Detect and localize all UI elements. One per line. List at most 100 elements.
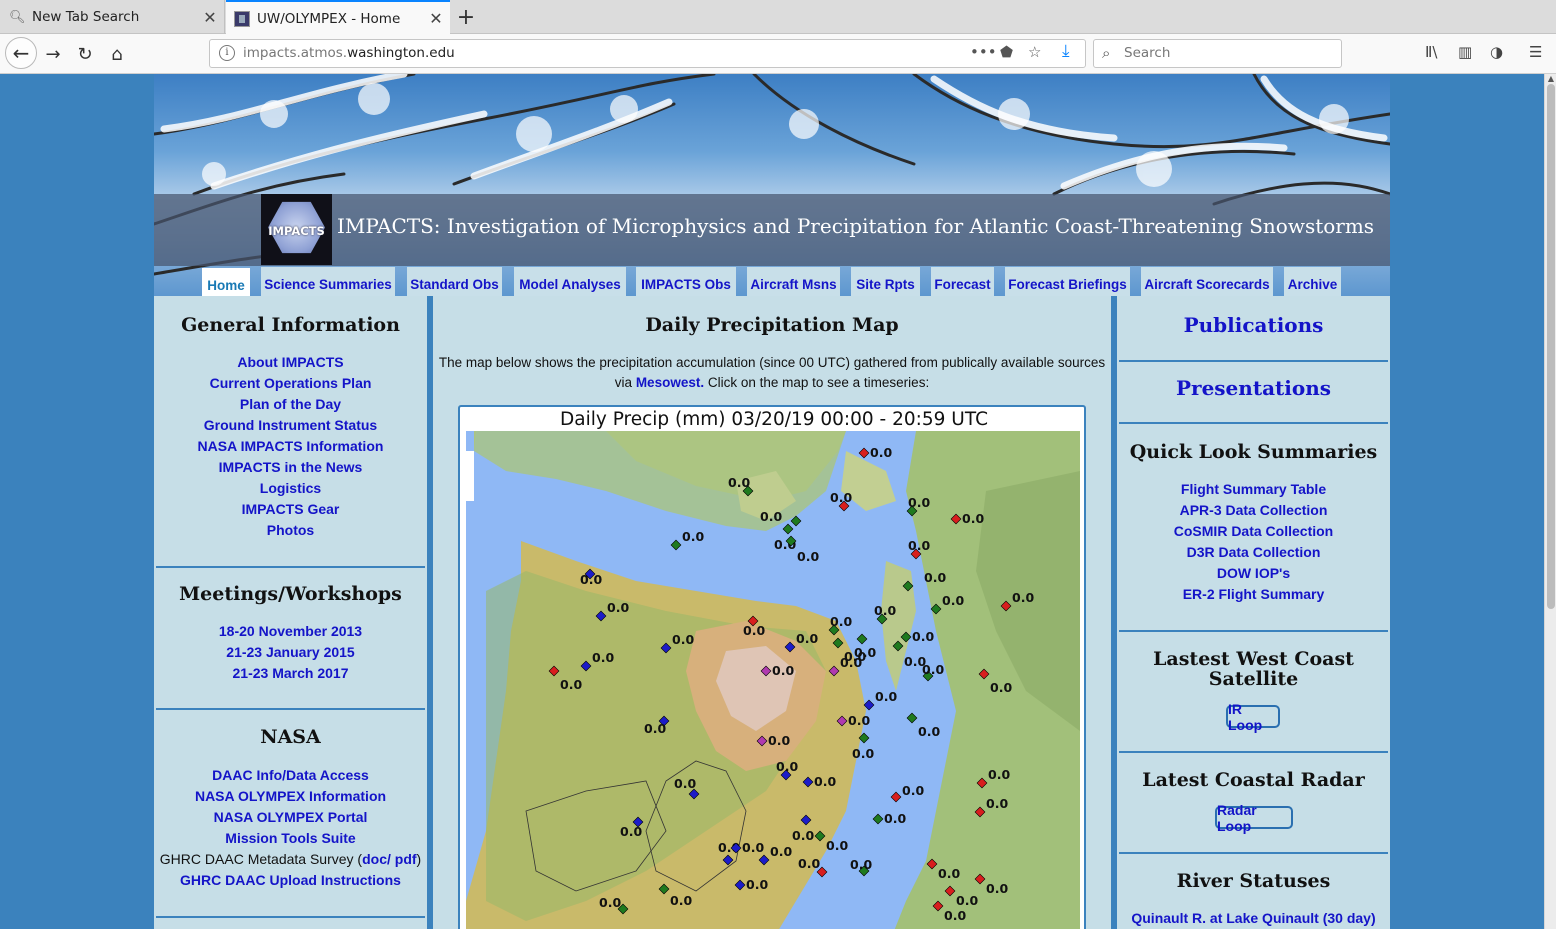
bookmark-star-icon[interactable]: ☆ <box>1028 43 1041 61</box>
url-bar[interactable]: i impacts.atmos.washington.edu ••• ⬟ ☆ <box>209 39 1086 68</box>
map-edge <box>466 451 474 501</box>
main-content: Daily Precipitation Map The map below sh… <box>433 296 1111 929</box>
station-value-label: 0.0 <box>792 828 814 843</box>
extension-icon[interactable]: ◑ <box>1490 43 1503 61</box>
library-icon[interactable]: Ⅱ\ <box>1425 43 1437 61</box>
page-actions-icon[interactable]: ••• <box>970 43 997 61</box>
presentations-link[interactable]: Presentations <box>1117 376 1390 400</box>
menu-home[interactable]: Home <box>202 268 250 296</box>
mesowest-link[interactable]: Mesowest. <box>636 375 704 390</box>
url-text[interactable]: impacts.atmos.washington.edu <box>243 45 455 61</box>
plan-of-the-day-link[interactable]: Plan of the Day <box>154 396 427 412</box>
publications-link[interactable]: Publications <box>1117 313 1390 337</box>
d3r-data-link[interactable]: D3R Data Collection <box>1117 544 1390 560</box>
ghrc-pdf-link[interactable]: pdf <box>395 851 417 867</box>
station-value-label: 0.0 <box>918 724 940 739</box>
photos-link[interactable]: Photos <box>154 522 427 538</box>
favicon-icon <box>234 10 250 27</box>
ghrc-upload-link[interactable]: GHRC DAAC Upload Instructions <box>154 872 427 888</box>
er2-flight-summary-link[interactable]: ER-2 Flight Summary <box>1117 586 1390 602</box>
nasa-olympex-portal-link[interactable]: NASA OLYMPEX Portal <box>154 809 427 825</box>
radar-loop-button[interactable]: Radar Loop <box>1215 802 1293 834</box>
station-value-label: 0.0 <box>884 811 906 826</box>
section-divider <box>156 916 425 918</box>
quinault-river-link[interactable]: Quinault R. at Lake Quinault (30 day) <box>1117 910 1390 926</box>
logistics-link[interactable]: Logistics <box>154 480 427 496</box>
web-page: IMPACTS IMPACTS: Investigation of Microp… <box>154 74 1390 929</box>
apr3-data-link[interactable]: APR-3 Data Collection <box>1117 502 1390 518</box>
station-value-label: 0.0 <box>912 629 934 644</box>
station-value-label: 0.0 <box>962 511 984 526</box>
reload-button[interactable]: ↻ <box>70 39 100 69</box>
river-statuses-heading: River Statuses <box>1176 870 1331 892</box>
menu-model-analyses[interactable]: Model Analyses <box>514 267 626 296</box>
close-tab-icon[interactable]: ✕ <box>196 8 224 27</box>
scroll-up-icon[interactable]: ▲ <box>1546 74 1556 83</box>
home-button[interactable]: ⌂ <box>102 39 132 69</box>
station-value-label: 0.0 <box>830 490 852 505</box>
nasa-impacts-information-link[interactable]: NASA IMPACTS Information <box>154 438 427 454</box>
menu-aircraft-msns[interactable]: Aircraft Msns <box>747 267 840 296</box>
menu-science-summaries[interactable]: Science Summaries <box>261 267 395 296</box>
daac-info-link[interactable]: DAAC Info/Data Access <box>154 767 427 783</box>
menu-archive[interactable]: Archive <box>1284 267 1341 296</box>
menu-impacts-obs[interactable]: IMPACTS Obs <box>636 267 736 296</box>
close-tab-icon[interactable]: ✕ <box>422 9 450 28</box>
menu-aircraft-scorecards[interactable]: Aircraft Scorecards <box>1141 267 1273 296</box>
sidebar-icon[interactable]: ▥ <box>1458 43 1472 61</box>
station-value-label: 0.0 <box>938 866 960 881</box>
current-operations-plan-link[interactable]: Current Operations Plan <box>154 375 427 391</box>
radar-heading: Latest Coastal Radar <box>1142 769 1365 791</box>
station-value-label: 0.0 <box>956 893 978 908</box>
tab-title: New Tab Search <box>32 9 140 25</box>
flight-summary-table-link[interactable]: Flight Summary Table <box>1117 481 1390 497</box>
station-value-label: 0.0 <box>742 840 764 855</box>
back-button[interactable]: ← <box>5 37 37 69</box>
forward-button[interactable]: → <box>38 39 68 69</box>
precip-map[interactable]: 0.0 0.0 0.0 0.0 0.0 0.0 0.0 0.0 0.0 0.0 0.0 0.0 0.0 0… <box>466 431 1080 929</box>
dow-iops-link[interactable]: DOW IOP's <box>1117 565 1390 581</box>
pocket-icon[interactable]: ⬟ <box>1000 43 1013 61</box>
menu-icon[interactable]: ☰ <box>1529 43 1542 61</box>
menu-standard-obs[interactable]: Standard Obs <box>407 267 502 296</box>
precip-map-frame[interactable]: Daily Precip (mm) 03/20/19 00:00 - 20:59… <box>458 405 1086 929</box>
impacts-in-the-news-link[interactable]: IMPACTS in the News <box>154 459 427 475</box>
station-value-label: 0.0 <box>840 655 862 670</box>
info-icon[interactable]: i <box>219 45 235 61</box>
station-value-label: 0.0 <box>902 783 924 798</box>
about-impacts-link[interactable]: About IMPACTS <box>154 354 427 370</box>
section-divider <box>156 708 425 710</box>
cosmir-data-link[interactable]: CoSMIR Data Collection <box>1117 523 1390 539</box>
station-value-label: 0.0 <box>682 529 704 544</box>
station-value-label: 0.0 <box>672 632 694 647</box>
menu-forecast-briefings[interactable]: Forecast Briefings <box>1005 267 1130 296</box>
ground-instrument-status-link[interactable]: Ground Instrument Status <box>154 417 427 433</box>
ir-loop-button[interactable]: IR Loop <box>1226 701 1280 733</box>
download-icon[interactable]: ⤓ <box>1062 41 1070 61</box>
tab-olympex-home[interactable]: UW/OLYMPEX - Home ✕ <box>226 0 450 35</box>
mission-tools-suite-link[interactable]: Mission Tools Suite <box>154 830 427 846</box>
description-line-1: The map below shows the precipitation ac… <box>438 355 1106 370</box>
tab-title: UW/OLYMPEX - Home <box>257 10 401 27</box>
meeting-2015-link[interactable]: 21-23 January 2015 <box>154 644 427 660</box>
menu-site-rpts[interactable]: Site Rpts <box>851 267 920 296</box>
search-input[interactable] <box>1124 45 1324 61</box>
search-bar[interactable]: ⌕ <box>1093 39 1342 68</box>
ghrc-close-paren: ) <box>416 851 422 867</box>
scrollbar-thumb[interactable] <box>1547 84 1555 609</box>
station-value-label: 0.0 <box>746 877 768 892</box>
ghrc-survey-line: GHRC DAAC Metadata Survey (doc/ pdf) <box>154 851 427 867</box>
station-value-label: 0.0 <box>580 572 602 587</box>
page-scrollbar[interactable]: ▲ <box>1544 74 1556 929</box>
meeting-2017-link[interactable]: 21-23 March 2017 <box>154 665 427 681</box>
desc-rest: Click on the map to see a timeseries: <box>704 375 930 390</box>
section-divider <box>1119 751 1388 753</box>
new-tab-button[interactable]: + <box>452 0 480 34</box>
ghrc-doc-link[interactable]: doc <box>362 851 387 867</box>
impacts-gear-link[interactable]: IMPACTS Gear <box>154 501 427 517</box>
menu-forecast[interactable]: Forecast <box>931 267 994 296</box>
url-host-prefix: impacts.atmos. <box>243 45 348 61</box>
tab-new-tab-search[interactable]: 🔍︎ New Tab Search ✕ <box>0 0 225 34</box>
meeting-2013-link[interactable]: 18-20 November 2013 <box>154 623 427 639</box>
nasa-olympex-information-link[interactable]: NASA OLYMPEX Information <box>154 788 427 804</box>
